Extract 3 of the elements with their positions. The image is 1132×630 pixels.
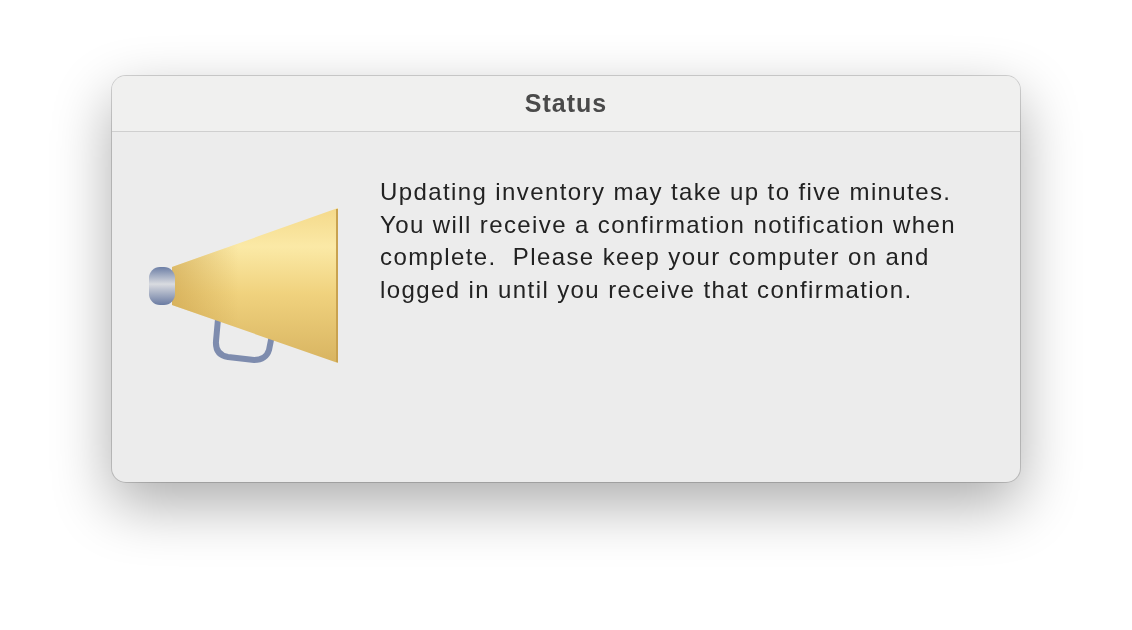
- megaphone-icon: [148, 207, 340, 364]
- status-message: Updating inventory may take up to five minutes. You will receive a confirmation notification when complete. Please keep your computer on and logged in until you receive that confirmation.: [380, 177, 957, 305]
- window-title: Status: [524, 89, 608, 118]
